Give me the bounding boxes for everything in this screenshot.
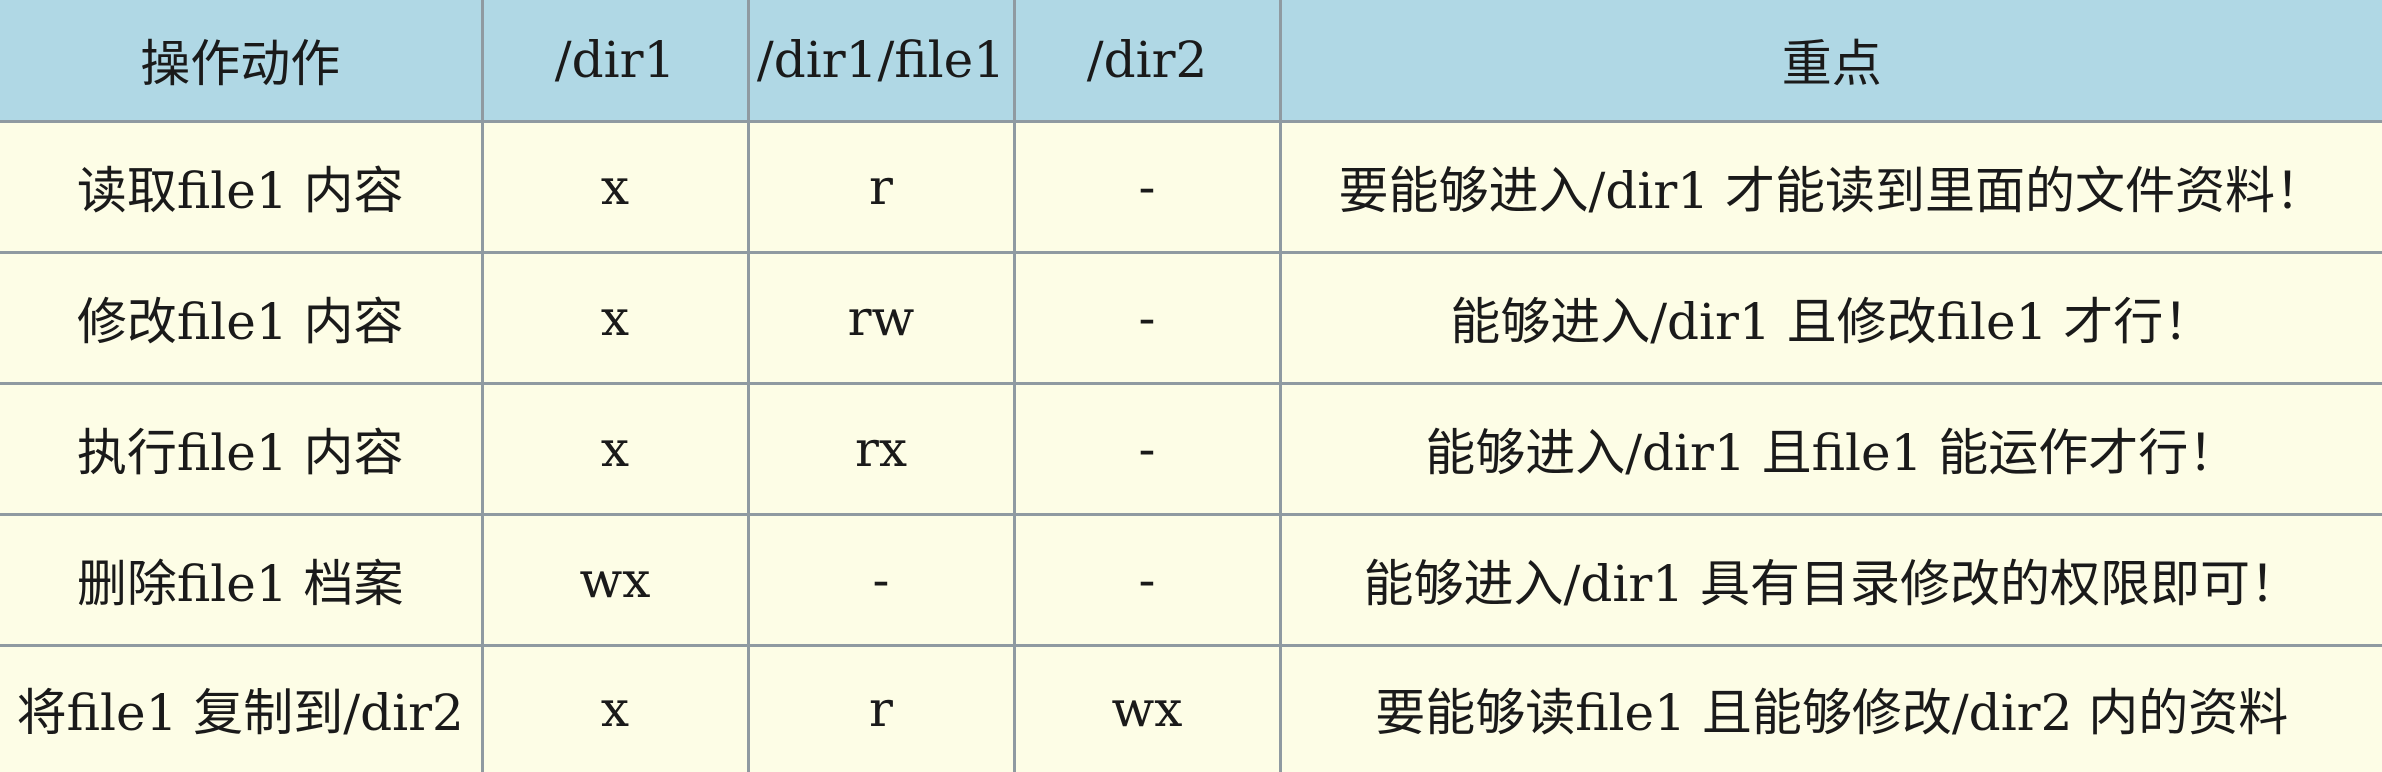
table-body: 读取file1 内容 x r - 要能够进入/dir1 才能读到里面的文件资料！… [0, 119, 2382, 772]
cell-dir1-file1: - [746, 512, 1016, 647]
cell-dir1: x [480, 119, 750, 254]
cell-dir1: x [480, 381, 750, 516]
cell-key-point: 要能够读file1 且能够修改/dir2 内的资料 [1278, 643, 2382, 772]
cell-action: 将file1 复制到/dir2 [0, 643, 484, 772]
cell-dir1: wx [480, 512, 750, 647]
cell-key-point: 能够进入/dir1 具有目录修改的权限即可！ [1278, 512, 2382, 647]
cell-action: 修改file1 内容 [0, 250, 484, 385]
cell-dir2: - [1012, 250, 1282, 385]
table-row: 将file1 复制到/dir2 x r wx 要能够读file1 且能够修改/d… [0, 643, 2382, 772]
cell-dir1: x [480, 643, 750, 772]
table-row: 删除file1 档案 wx - - 能够进入/dir1 具有目录修改的权限即可！ [0, 512, 2382, 647]
header-row: 操作动作 /dir1 /dir1/file1 /dir2 重点 [0, 0, 2382, 123]
table-row: 修改file1 内容 x rw - 能够进入/dir1 且修改file1 才行！ [0, 250, 2382, 385]
header-dir2: /dir2 [1012, 0, 1282, 123]
cell-key-point: 要能够进入/dir1 才能读到里面的文件资料！ [1278, 119, 2382, 254]
table-row: 读取file1 内容 x r - 要能够进入/dir1 才能读到里面的文件资料！ [0, 119, 2382, 254]
cell-key-point: 能够进入/dir1 且file1 能运作才行！ [1278, 381, 2382, 516]
table-header: 操作动作 /dir1 /dir1/file1 /dir2 重点 [0, 0, 2382, 123]
cell-dir1-file1: r [746, 119, 1016, 254]
cell-dir2: wx [1012, 643, 1282, 772]
cell-dir1-file1: rx [746, 381, 1016, 516]
header-dir1: /dir1 [480, 0, 750, 123]
header-key-point: 重点 [1278, 0, 2382, 123]
cell-action: 执行file1 内容 [0, 381, 484, 516]
cell-dir1-file1: rw [746, 250, 1016, 385]
cell-dir1-file1: r [746, 643, 1016, 772]
cell-dir2: - [1012, 512, 1282, 647]
cell-dir1: x [480, 250, 750, 385]
cell-dir2: - [1012, 381, 1282, 516]
table-row: 执行file1 内容 x rx - 能够进入/dir1 且file1 能运作才行… [0, 381, 2382, 516]
header-action: 操作动作 [0, 0, 484, 123]
header-dir1-file1: /dir1/file1 [746, 0, 1016, 123]
cell-action: 删除file1 档案 [0, 512, 484, 647]
cell-action: 读取file1 内容 [0, 119, 484, 254]
permissions-table: 操作动作 /dir1 /dir1/file1 /dir2 重点 读取file1 … [0, 0, 2382, 772]
cell-key-point: 能够进入/dir1 且修改file1 才行！ [1278, 250, 2382, 385]
cell-dir2: - [1012, 119, 1282, 254]
